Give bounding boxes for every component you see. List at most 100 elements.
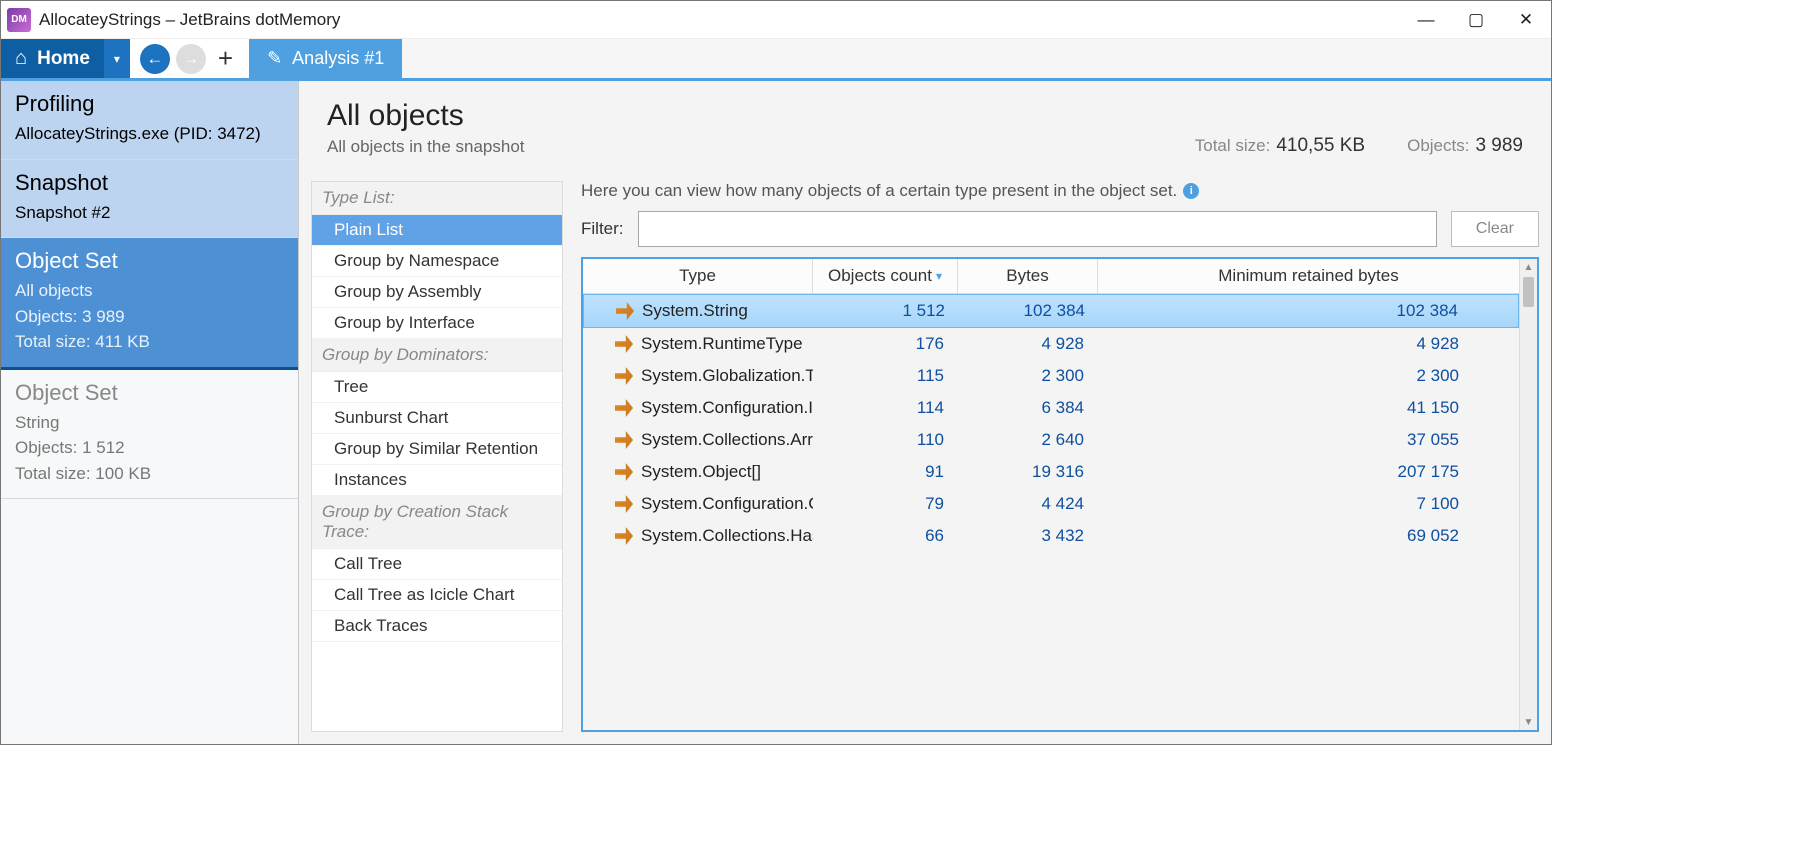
scroll-thumb[interactable] [1523,277,1534,307]
cell-bytes: 4 928 [958,334,1098,354]
home-icon: ⌂ [15,47,27,70]
cell-type: System.Configuration.C [583,494,813,514]
cell-count: 91 [813,462,958,482]
cell-type: System.RuntimeType [583,334,813,354]
table-row[interactable]: System.String1 512102 384102 384 [583,294,1519,328]
typelist-sunburst[interactable]: Sunburst Chart [312,403,562,434]
cell-type: System.String [584,301,814,321]
sidebar-profiling-process: AllocateyStrings.exe (PID: 3472) [15,121,284,147]
typelist-back-traces[interactable]: Back Traces [312,611,562,642]
analysis-tab[interactable]: ✎ Analysis #1 [249,39,402,78]
table-row[interactable]: System.Collections.Arr1102 64037 055 [583,424,1519,456]
typelist-group-namespace[interactable]: Group by Namespace [312,246,562,277]
col-bytes[interactable]: Bytes [958,259,1098,293]
objects-label: Objects: [1407,136,1469,155]
minimize-button[interactable]: — [1401,2,1451,38]
add-tab-button[interactable]: + [212,43,239,74]
typelist-group-creation-stack: Group by Creation Stack Trace: [312,496,562,549]
cell-retained: 41 150 [1098,398,1519,418]
cell-count: 176 [813,334,958,354]
sidebar-snapshot[interactable]: Snapshot Snapshot #2 [1,160,298,239]
class-icon [615,463,633,481]
table-row[interactable]: System.Configuration.C794 4247 100 [583,488,1519,520]
cell-bytes: 2 300 [958,366,1098,386]
col-type[interactable]: Type [583,259,813,293]
sort-desc-icon: ▾ [936,269,942,283]
home-button[interactable]: ⌂ Home [1,39,104,78]
cell-type: System.Collections.Arr [583,430,813,450]
cell-retained: 2 300 [1098,366,1519,386]
typelist-call-tree[interactable]: Call Tree [312,549,562,580]
scroll-down-icon[interactable]: ▼ [1520,714,1537,730]
cell-count: 79 [813,494,958,514]
typelist-tree[interactable]: Tree [312,372,562,403]
col-objects-count-label: Objects count [828,266,932,286]
typelist-plain-list[interactable]: Plain List [312,215,562,246]
cell-type: System.Configuration.I [583,398,813,418]
class-icon [615,399,633,417]
sidebar-objectset-size: Total size: 411 KB [15,329,284,355]
cell-retained: 102 384 [1099,301,1518,321]
page-subtitle: All objects in the snapshot [327,137,525,157]
class-icon [615,367,633,385]
nav-back-button[interactable]: ← [140,44,170,74]
page-title: All objects [327,99,525,133]
nav-forward-button[interactable]: → [176,44,206,74]
class-icon [616,302,634,320]
typelist-group-interface[interactable]: Group by Interface [312,308,562,339]
typelist-panel: Type List: Plain List Group by Namespace… [311,181,563,732]
maximize-button[interactable]: ▢ [1451,2,1501,38]
class-icon [615,495,633,513]
cell-count: 115 [813,366,958,386]
cell-bytes: 102 384 [959,301,1099,321]
sidebar-objectset-name: All objects [15,278,284,304]
vertical-scrollbar[interactable]: ▲ ▼ [1519,259,1537,730]
sidebar-profiling-title: Profiling [15,91,284,117]
objects-value: 3 989 [1475,135,1523,156]
table-row[interactable]: System.Globalization.T1152 3002 300 [583,360,1519,392]
close-button[interactable]: ✕ [1501,2,1551,38]
sidebar-objectset2-name: String [15,410,284,436]
typelist-instances[interactable]: Instances [312,465,562,496]
nav-group: ← → + [130,39,249,78]
cell-count: 114 [813,398,958,418]
cell-bytes: 4 424 [958,494,1098,514]
cell-count: 66 [813,526,958,546]
col-retained[interactable]: Minimum retained bytes [1098,259,1519,293]
filter-row: Filter: Clear [581,211,1539,247]
cell-count: 1 512 [814,301,959,321]
typelist-group-assembly[interactable]: Group by Assembly [312,277,562,308]
typelist-icicle-chart[interactable]: Call Tree as Icicle Chart [312,580,562,611]
hint-text-content: Here you can view how many objects of a … [581,181,1177,201]
table-row[interactable]: System.Object[]9119 316207 175 [583,456,1519,488]
cell-retained: 37 055 [1098,430,1519,450]
table-row[interactable]: System.Collections.Has663 43269 052 [583,520,1519,552]
cell-type: System.Collections.Has [583,526,813,546]
col-objects-count[interactable]: Objects count ▾ [813,259,958,293]
home-dropdown[interactable]: ▾ [104,39,130,78]
cell-type: System.Globalization.T [583,366,813,386]
filter-input[interactable] [638,211,1437,247]
table-row[interactable]: System.RuntimeType1764 9284 928 [583,328,1519,360]
sidebar-objectset-title: Object Set [15,248,284,274]
home-label: Home [37,48,90,70]
cell-retained: 69 052 [1098,526,1519,546]
clear-button[interactable]: Clear [1451,211,1539,247]
sidebar-objectset2-objects: Objects: 1 512 [15,435,284,461]
sidebar-snapshot-name: Snapshot #2 [15,200,284,226]
sidebar-objectset2-size: Total size: 100 KB [15,461,284,487]
table-row[interactable]: System.Configuration.I1146 38441 150 [583,392,1519,424]
data-grid: Type Objects count ▾ Bytes Minimum retai… [581,257,1539,732]
class-icon [615,335,633,353]
typelist-similar-retention[interactable]: Group by Similar Retention [312,434,562,465]
info-icon[interactable]: i [1183,183,1199,199]
class-icon [615,431,633,449]
sidebar-objectset-selected[interactable]: Object Set All objects Objects: 3 989 To… [1,238,298,370]
sidebar-profiling[interactable]: Profiling AllocateyStrings.exe (PID: 347… [1,81,298,160]
scroll-up-icon[interactable]: ▲ [1520,259,1537,275]
window-title: AllocateyStrings – JetBrains dotMemory [39,10,340,30]
sidebar-objectset-child[interactable]: Object Set String Objects: 1 512 Total s… [1,370,298,500]
cell-bytes: 3 432 [958,526,1098,546]
total-size-value: 410,55 KB [1276,135,1365,156]
hint-text: Here you can view how many objects of a … [581,181,1539,201]
